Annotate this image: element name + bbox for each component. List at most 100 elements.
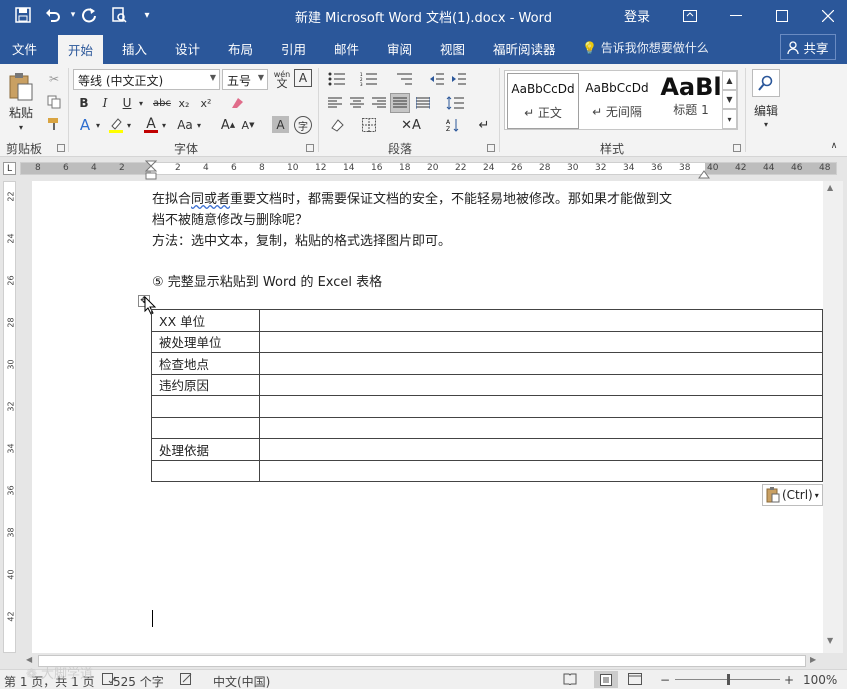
sort-icon[interactable]: AZ [444, 116, 462, 134]
show-marks-icon[interactable]: ↵ [475, 116, 493, 134]
align-center-icon[interactable] [348, 94, 366, 112]
share-button[interactable]: 共享 [780, 34, 836, 60]
table-cell-value[interactable] [258, 352, 823, 375]
scroll-track[interactable] [38, 655, 806, 667]
tell-me-box[interactable]: 💡 告诉我你想要做什么 [582, 39, 709, 56]
copy-icon[interactable] [44, 93, 64, 111]
table-cell-label[interactable] [151, 416, 260, 439]
line-spacing-icon[interactable] [444, 94, 466, 112]
decrease-indent-icon[interactable] [428, 70, 446, 88]
tab-review[interactable]: 审阅 [387, 39, 412, 58]
ruler-strip[interactable]: 8 6 4 2 2 4 6 8 10 12 14 16 18 20 22 24 26 28 30 32 34 36 38 40… [20, 162, 837, 175]
close-icon[interactable] [805, 0, 847, 31]
search-icon[interactable] [752, 69, 780, 97]
minimize-icon[interactable] [713, 0, 759, 31]
paste-button[interactable]: 粘贴 ▾ [5, 68, 37, 136]
table-cell-label[interactable] [151, 395, 260, 418]
table-cell-value[interactable] [258, 459, 823, 482]
excel-table[interactable]: XX 单位 被处理单位 检查地点 违约原因 处理依据 [151, 309, 823, 482]
clear-formatting-icon[interactable] [228, 94, 246, 112]
tab-mailings[interactable]: 邮件 [334, 39, 359, 58]
zoom-slider-thumb[interactable] [727, 674, 730, 685]
collapse-ribbon-icon[interactable]: ∧ [828, 140, 840, 152]
table-cell-label[interactable]: 检查地点 [151, 352, 260, 375]
superscript-button[interactable]: x² [198, 94, 214, 112]
table-cell-value[interactable] [258, 373, 823, 396]
undo-icon[interactable] [42, 5, 64, 25]
char-border-button[interactable]: A [294, 69, 312, 87]
text-effects-button[interactable]: A [76, 116, 94, 134]
cut-icon[interactable]: ✂ [44, 70, 64, 88]
word-count[interactable]: 525 个字 [113, 673, 164, 689]
web-layout-icon[interactable] [628, 673, 642, 688]
scroll-up-icon[interactable]: ▲ [827, 183, 833, 192]
table-cell-label[interactable] [151, 459, 260, 482]
print-layout-icon[interactable] [594, 671, 618, 688]
enclose-char-button[interactable]: 字 [294, 116, 312, 134]
font-dialog-launcher[interactable] [306, 144, 314, 152]
zoom-level[interactable]: 100% [803, 673, 837, 687]
print-preview-icon[interactable] [108, 5, 130, 25]
paste-options-button[interactable]: (Ctrl) ▾ [762, 484, 823, 506]
phonetic-guide-button[interactable]: wén 文 [272, 69, 292, 89]
redo-icon[interactable] [78, 5, 100, 25]
styles-scroll-up-icon[interactable]: ▲ [722, 71, 737, 90]
subscript-button[interactable]: x₂ [176, 94, 192, 112]
table-cell-label[interactable]: 违约原因 [151, 373, 260, 396]
change-case-dropdown-icon[interactable]: ▾ [195, 116, 203, 134]
grow-font-button[interactable]: A ▲ [220, 116, 236, 134]
zoom-slider[interactable] [675, 674, 780, 685]
table-cell-label[interactable]: 被处理单位 [151, 330, 260, 353]
styles-scroll-down-icon[interactable]: ▼ [722, 90, 737, 109]
style-no-spacing[interactable]: AaBbCcDd ↵ 无间隔 [581, 73, 653, 129]
ribbon-display-icon[interactable] [667, 0, 713, 31]
increase-indent-icon[interactable] [450, 70, 468, 88]
font-color-dropdown-icon[interactable]: ▾ [160, 116, 168, 134]
font-name-combo[interactable]: 等线 (中文正文) ▼ [73, 69, 220, 90]
align-left-icon[interactable] [326, 94, 344, 112]
justify-icon[interactable] [390, 93, 410, 113]
table-cell-value[interactable] [258, 395, 823, 418]
zoom-in-icon[interactable]: + [784, 673, 794, 687]
language[interactable]: 中文(中国) [213, 673, 270, 689]
multilevel-list-icon[interactable] [393, 70, 415, 88]
tab-references[interactable]: 引用 [281, 39, 306, 58]
tab-layout[interactable]: 布局 [228, 39, 253, 58]
font-color-button[interactable]: A [142, 116, 160, 134]
align-right-icon[interactable] [370, 94, 388, 112]
vertical-ruler-strip[interactable]: 222426283032343638404244 [3, 181, 16, 664]
login-link[interactable]: 登录 [624, 6, 650, 25]
tab-view[interactable]: 视图 [440, 39, 465, 58]
document-page[interactable]: 在拟合同或者重要文档时，都需要保证文档的安全，不能轻易地被修改。那如果才能做到文… [32, 181, 823, 653]
char-shading-button[interactable]: A [272, 116, 289, 133]
clipboard-dialog-launcher[interactable] [57, 144, 65, 152]
scroll-right-icon[interactable]: ▶ [810, 655, 816, 664]
scroll-down-icon[interactable]: ▼ [827, 636, 833, 645]
text-effects-dropdown-icon[interactable]: ▾ [94, 116, 102, 134]
font-size-combo[interactable]: 五号 ▼ [222, 69, 268, 90]
table-cell-value[interactable] [258, 438, 823, 461]
vertical-scrollbar[interactable]: ▲ ▼ [823, 181, 843, 653]
save-icon[interactable] [12, 5, 34, 25]
table-cell-value[interactable] [258, 330, 823, 353]
highlight-icon[interactable] [107, 116, 125, 134]
bold-button[interactable]: B [76, 94, 92, 112]
maximize-icon[interactable] [759, 0, 805, 31]
tab-design[interactable]: 设计 [175, 39, 200, 58]
numbering-icon[interactable]: 123 [358, 70, 380, 88]
read-mode-icon[interactable] [563, 673, 577, 688]
strikethrough-button[interactable]: abc [151, 94, 173, 112]
bullets-icon[interactable] [326, 70, 348, 88]
distributed-icon[interactable] [414, 94, 432, 112]
editing-button[interactable]: 编辑 [748, 102, 784, 118]
tab-home[interactable]: 开始 [58, 35, 104, 64]
table-cell-value[interactable] [258, 416, 823, 439]
shading-icon[interactable] [326, 116, 348, 134]
style-heading-1[interactable]: AaBl 标题 1 [655, 73, 727, 129]
underline-dropdown-icon[interactable]: ▾ [136, 94, 146, 112]
editing-dropdown-icon[interactable]: ▾ [760, 118, 772, 130]
format-painter-icon[interactable] [44, 115, 64, 133]
styles-dialog-launcher[interactable] [733, 144, 741, 152]
chinese-layout-icon[interactable]: ✕A [398, 116, 424, 134]
underline-button[interactable]: U [119, 94, 135, 112]
